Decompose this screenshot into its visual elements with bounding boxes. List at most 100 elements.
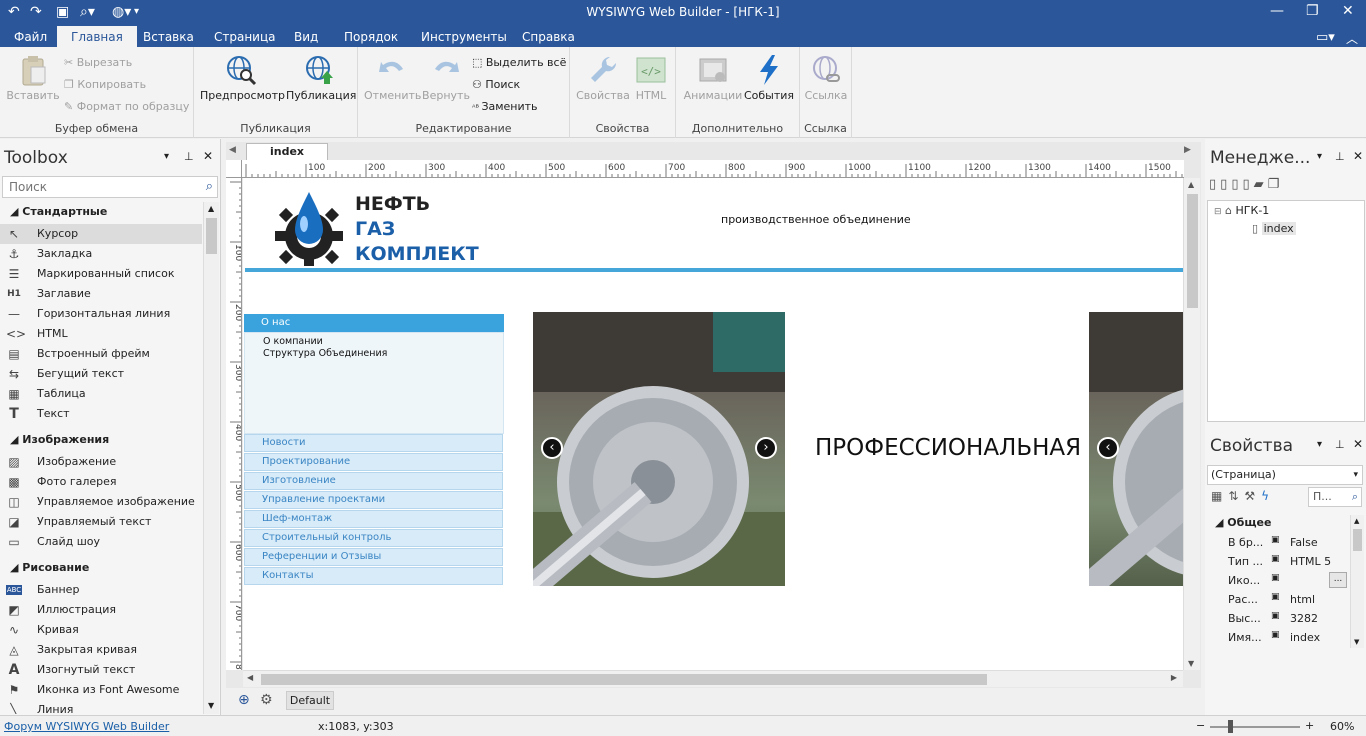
- properties-scrollbar[interactable]: ▲ ▼: [1350, 515, 1364, 648]
- maximize-icon[interactable]: ❐: [1306, 3, 1319, 19]
- props-search-icon[interactable]: ⌕: [1352, 488, 1358, 506]
- tool-curve[interactable]: ∿ Кривая: [0, 620, 202, 640]
- category-standard[interactable]: ◢ Стандартные: [10, 205, 107, 218]
- zoom-in-icon[interactable]: +: [1305, 719, 1314, 732]
- menu-arrange[interactable]: Порядок: [344, 30, 398, 44]
- props-scroll-thumb[interactable]: [1353, 529, 1362, 551]
- toolbox-search[interactable]: ⌕: [2, 176, 218, 198]
- layout-icon[interactable]: ▭▾: [1316, 30, 1335, 45]
- menu-view[interactable]: Вид: [294, 30, 318, 44]
- menu-page[interactable]: Страница: [214, 30, 276, 44]
- layout-default-tab[interactable]: Default: [286, 691, 334, 710]
- redo-button[interactable]: Вернуть: [420, 53, 472, 102]
- slideshow2-prev-icon[interactable]: ‹: [1097, 437, 1119, 459]
- duplicate-icon[interactable]: ❐: [1268, 177, 1284, 192]
- collapse-ribbon-icon[interactable]: ︿: [1346, 30, 1358, 47]
- prop-row[interactable]: Рас... ▣ html: [1225, 590, 1350, 609]
- tool-bullet-list[interactable]: ☰ Маркированный список: [0, 264, 202, 284]
- nav-item-project-management[interactable]: Управление проектами: [244, 491, 503, 509]
- props-close-icon[interactable]: ✕: [1353, 437, 1363, 451]
- nav-item-construction-control[interactable]: Строительный контроль: [244, 529, 503, 547]
- prop-value[interactable]: index: [1290, 631, 1320, 644]
- tab-scroll-right-icon[interactable]: ▶: [1184, 145, 1191, 155]
- prop-value[interactable]: html: [1290, 593, 1315, 606]
- nav-sub-structure[interactable]: Структура Объединения: [263, 348, 387, 360]
- zoom-slider[interactable]: [1210, 726, 1300, 728]
- props-lightning-icon[interactable]: ϟ: [1261, 489, 1275, 503]
- tool-closed-curve[interactable]: ◬ Закрытая кривая: [0, 640, 202, 660]
- layout-settings-icon[interactable]: ⚙: [260, 692, 273, 708]
- tool-curved-text[interactable]: A Изогнутый текст: [0, 660, 202, 680]
- tool-line[interactable]: ╲ Линия: [0, 700, 202, 714]
- preview-button[interactable]: Предпросмотр: [200, 53, 285, 102]
- nav-item-references[interactable]: Референции и Отзывы: [244, 548, 503, 566]
- tab-scroll-left-icon[interactable]: ◀: [229, 145, 236, 155]
- props-wrench-icon[interactable]: ⚒: [1244, 489, 1261, 503]
- tool-iframe[interactable]: ▤ Встроенный фрейм: [0, 344, 202, 364]
- search-icon[interactable]: ⌕: [206, 179, 213, 194]
- ellipsis-button[interactable]: ...: [1329, 572, 1347, 588]
- manager-dropdown-icon[interactable]: ▾: [1317, 151, 1322, 162]
- nav-item-contacts[interactable]: Контакты: [244, 567, 503, 585]
- format-painter-button[interactable]: ✎ Формат по образцу: [64, 100, 189, 113]
- toolbox-scrollbar[interactable]: ▲ ▼: [203, 202, 219, 714]
- close-icon[interactable]: ✕: [1342, 3, 1354, 19]
- paste-button[interactable]: Вставить: [6, 53, 60, 102]
- tool-html[interactable]: <> HTML: [0, 324, 202, 344]
- nav-item-design[interactable]: Проектирование: [244, 453, 503, 471]
- tool-slideshow[interactable]: ▭ Слайд шоу: [0, 532, 202, 552]
- zoom-slider-thumb[interactable]: [1228, 720, 1233, 733]
- nav-sub-company[interactable]: О компании: [263, 336, 323, 348]
- nav-item-manufacturing[interactable]: Изготовление: [244, 472, 503, 490]
- add-layout-icon[interactable]: ⊕: [238, 692, 250, 708]
- toolbox-search-input[interactable]: [3, 177, 193, 196]
- dropdown-icon[interactable]: ▾: [164, 151, 169, 162]
- publish-button[interactable]: Публикация: [286, 53, 356, 102]
- menu-home[interactable]: Главная: [57, 26, 137, 47]
- properties-selector[interactable]: (Страница) ▾: [1207, 465, 1363, 485]
- slideshow-next-icon[interactable]: ›: [755, 437, 777, 459]
- manager-close-icon[interactable]: ✕: [1353, 149, 1363, 163]
- close-icon[interactable]: ✕: [203, 149, 213, 163]
- minimize-icon[interactable]: —: [1270, 3, 1284, 19]
- nav-item-news[interactable]: Новости: [244, 434, 503, 452]
- menu-tools[interactable]: Инструменты: [421, 30, 507, 44]
- tree-page-index[interactable]: ▯ index: [1252, 222, 1296, 235]
- category-drawing[interactable]: ◢ Рисование: [10, 561, 89, 574]
- properties-button[interactable]: Свойства: [576, 53, 630, 102]
- link-page-icon[interactable]: ▯: [1242, 177, 1253, 192]
- undo-button[interactable]: Отменить: [364, 53, 421, 102]
- tree-collapse-icon[interactable]: ⊟: [1214, 207, 1222, 217]
- tool-rollover-image[interactable]: ◫ Управляемое изображение: [0, 492, 202, 512]
- tool-rollover-text[interactable]: ◪ Управляемый текст: [0, 512, 202, 532]
- scroll-thumb[interactable]: [206, 218, 217, 254]
- prop-value[interactable]: 3282: [1290, 612, 1318, 625]
- new-page-icon[interactable]: ▯: [1209, 177, 1220, 192]
- cut-button[interactable]: ✂ Вырезать: [64, 56, 132, 69]
- selector-chevron-down-icon[interactable]: ▾: [1353, 466, 1358, 484]
- tool-bookmark[interactable]: ⚓ Закладка: [0, 244, 202, 264]
- html-button[interactable]: </> HTML: [630, 53, 672, 102]
- tool-photo-gallery[interactable]: ▩ Фото галерея: [0, 472, 202, 492]
- animations-button[interactable]: Анимации: [682, 53, 744, 102]
- select-all-button[interactable]: ⬚ Выделить всё: [472, 56, 566, 69]
- prop-value[interactable]: False: [1290, 536, 1318, 549]
- nav-item-supervision[interactable]: Шеф-монтаж: [244, 510, 503, 528]
- tool-horizontal-line[interactable]: — Горизонтальная линия: [0, 304, 202, 324]
- find-button[interactable]: ⚇ Поиск: [472, 78, 520, 91]
- pin-icon[interactable]: ⊥: [184, 150, 194, 163]
- forum-link[interactable]: Форум WYSIWYG Web Builder: [4, 720, 169, 733]
- zoom-out-icon[interactable]: −: [1196, 719, 1205, 732]
- properties-search[interactable]: П... ⌕: [1308, 487, 1362, 507]
- tree-root[interactable]: ⊟ ⌂ НГК-1: [1214, 204, 1269, 217]
- replace-button[interactable]: ᴬᴮ Заменить: [472, 100, 538, 113]
- slideshow-image[interactable]: [533, 312, 785, 586]
- prop-row[interactable]: В бр... ▣ False: [1225, 533, 1350, 552]
- editor-horizontal-scrollbar[interactable]: ◀ ▶: [243, 670, 1183, 687]
- prop-row[interactable]: Имя... ▣ index: [1225, 628, 1350, 647]
- tool-banner[interactable]: ABC Баннер: [0, 580, 202, 600]
- tab-index[interactable]: index: [246, 143, 328, 160]
- editor-hscroll-thumb[interactable]: [261, 674, 987, 685]
- tool-image[interactable]: ▨ Изображение: [0, 452, 202, 472]
- tool-text[interactable]: T Текст: [0, 404, 202, 424]
